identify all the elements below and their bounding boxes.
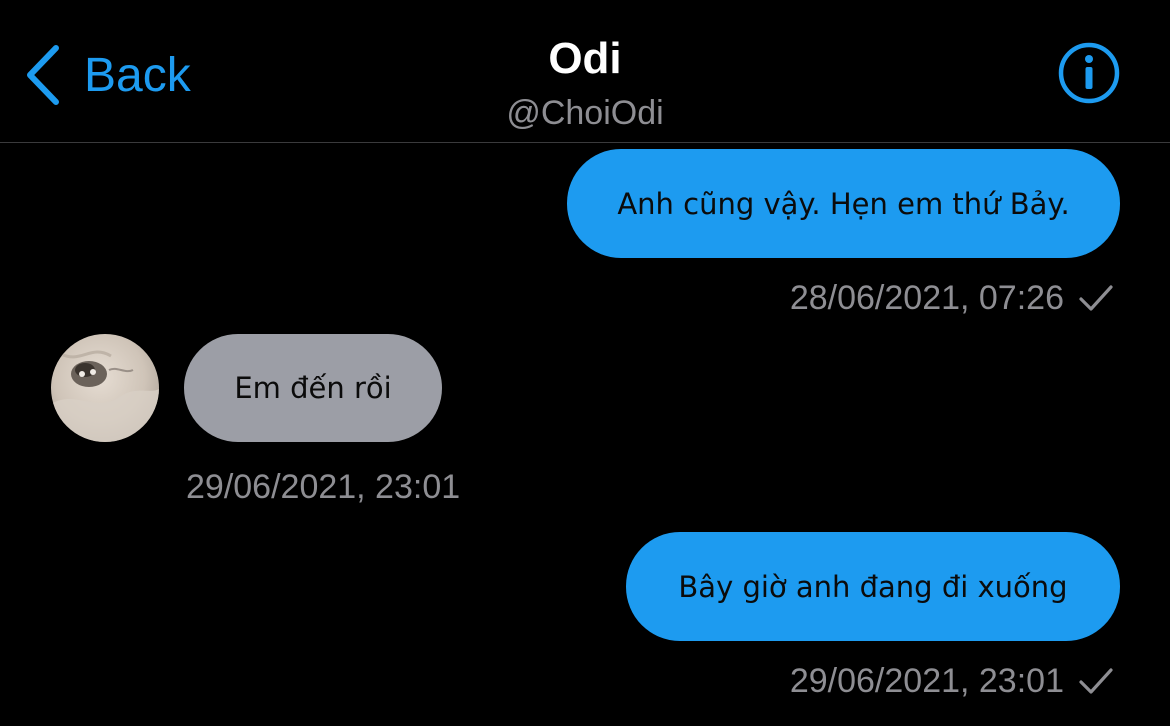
outgoing-message-bubble[interactable]: Anh cũng vậy. Hẹn em thứ Bảy. bbox=[567, 149, 1120, 258]
info-circle-icon bbox=[1058, 42, 1120, 104]
message-text: Anh cũng vậy. Hẹn em thứ Bảy. bbox=[617, 186, 1070, 221]
message-meta: 29/06/2021, 23:01 bbox=[790, 661, 1114, 701]
avatar-image bbox=[51, 334, 159, 442]
message-meta: 28/06/2021, 07:26 bbox=[790, 278, 1114, 318]
contact-name[interactable]: Odi bbox=[0, 34, 1170, 84]
outgoing-message-bubble[interactable]: Bây giờ anh đang đi xuống bbox=[626, 532, 1120, 641]
info-button[interactable] bbox=[1057, 41, 1121, 105]
avatar[interactable] bbox=[51, 334, 159, 442]
checkmark-icon bbox=[1079, 668, 1113, 694]
message-text: Em đến rồi bbox=[234, 371, 392, 405]
incoming-message-bubble[interactable]: Em đến rồi bbox=[184, 334, 442, 442]
conversation-header: Back Odi @ChoiOdi bbox=[0, 0, 1170, 143]
contact-handle[interactable]: @ChoiOdi bbox=[0, 94, 1170, 133]
message-timestamp: 28/06/2021, 07:26 bbox=[789, 278, 1064, 317]
message-meta: 29/06/2021, 23:01 bbox=[186, 467, 460, 507]
message-timestamp: 29/06/2021, 23:01 bbox=[186, 467, 461, 506]
message-text: Bây giờ anh đang đi xuống bbox=[678, 569, 1068, 604]
checkmark-icon bbox=[1079, 285, 1113, 311]
message-timestamp: 29/06/2021, 23:01 bbox=[789, 661, 1064, 700]
